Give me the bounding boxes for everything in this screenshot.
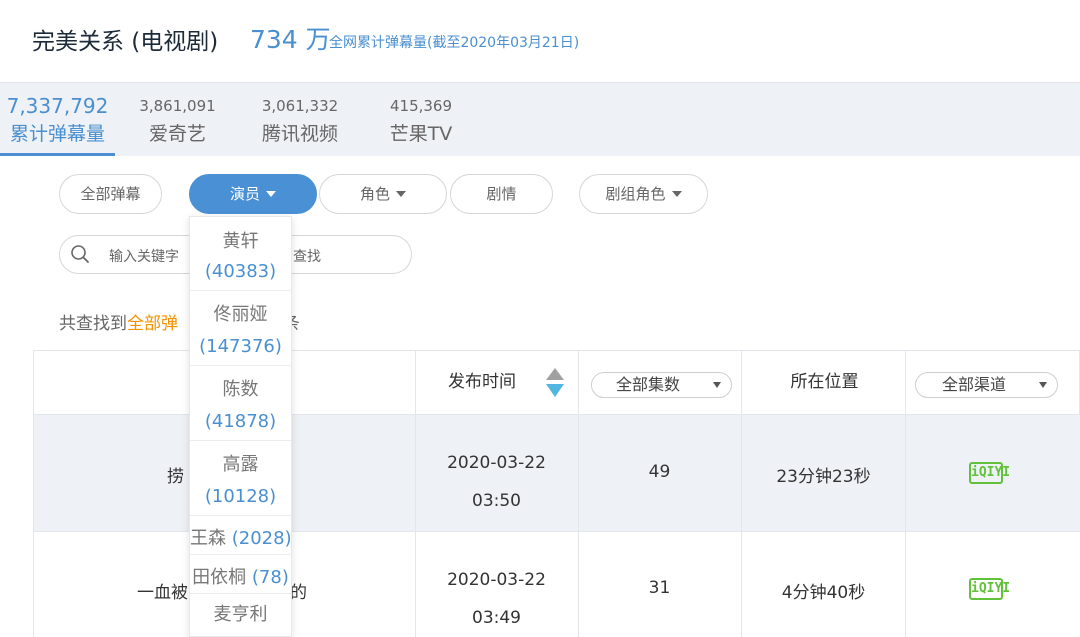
- row-datetime: 2020-03-22 03:50: [415, 444, 578, 520]
- channel-select[interactable]: 全部渠道: [915, 372, 1058, 398]
- actor-count: (41878): [204, 411, 277, 432]
- active-tab-underline: [0, 153, 115, 156]
- total-danmaku-caption: 全网累计弹幕量(截至2020年03月21日): [329, 35, 580, 51]
- filter-all-label: 全部弹幕: [80, 185, 141, 203]
- stat-tab-iqiyi[interactable]: 3,861,091 爱奇艺: [130, 83, 225, 157]
- dropdown-arrow-icon: [713, 382, 721, 388]
- column-divider: [741, 350, 742, 637]
- filter-plot-button[interactable]: 剧情: [450, 174, 553, 214]
- row-episode: 31: [648, 578, 671, 598]
- dropdown-item-actor[interactable]: 高露 (10128): [190, 442, 291, 516]
- actor-name: 王森: [190, 528, 226, 549]
- row-episode: 49: [648, 462, 671, 482]
- show-title: 完美关系 (电视剧): [32, 29, 219, 55]
- actor-count: (2028): [231, 528, 292, 549]
- stat-tab-tencent[interactable]: 3,061,332 腾讯视频: [250, 83, 350, 157]
- column-divider: [33, 350, 34, 637]
- filter-actor-button[interactable]: 演员: [189, 174, 317, 214]
- row-content-left: 捞: [167, 467, 184, 487]
- filter-actor-label: 演员: [229, 185, 260, 203]
- column-divider: [578, 350, 579, 637]
- actor-entry: 田依桐 (78): [192, 567, 289, 588]
- filter-crew-role-label: 剧组角色: [605, 185, 666, 203]
- total-danmaku-count: 734 万: [250, 25, 331, 54]
- caret-down-icon: [266, 191, 276, 197]
- sort-icon[interactable]: [544, 367, 566, 399]
- actor-name: 麦亨利: [213, 604, 268, 625]
- dropdown-item-actor[interactable]: 黄轩 (40383): [190, 217, 291, 291]
- actor-name: 陈数: [222, 379, 259, 400]
- stat-value: 3,061,332: [261, 97, 339, 115]
- stat-value: 415,369: [389, 97, 453, 115]
- stat-value: 7,337,792: [6, 94, 109, 118]
- dropdown-item-actor[interactable]: 田依桐 (78): [190, 556, 291, 594]
- dropdown-item-actor[interactable]: 王森 (2028): [190, 517, 291, 555]
- filter-plot-label: 剧情: [486, 185, 517, 203]
- row-content-left: 一血被: [137, 583, 188, 603]
- filter-crew-role-button[interactable]: 剧组角色: [579, 174, 708, 214]
- platform-stats-bar: 7,337,792 累计弹幕量 3,861,091 爱奇艺 3,061,332 …: [0, 82, 1080, 156]
- stat-label: 爱奇艺: [148, 123, 206, 145]
- column-divider: [905, 350, 906, 637]
- row-date: 2020-03-22: [447, 570, 546, 590]
- dropdown-arrow-icon: [1039, 382, 1047, 388]
- row-content-right: 的: [290, 583, 307, 603]
- stat-tab-mango[interactable]: 415,369 芒果TV: [380, 83, 462, 157]
- actor-name: 佟丽娅: [213, 304, 268, 325]
- episode-select-label: 全部集数: [616, 375, 681, 394]
- filter-all-button[interactable]: 全部弹幕: [59, 174, 162, 214]
- stat-label: 芒果TV: [389, 123, 453, 145]
- caret-down-icon: [671, 191, 682, 197]
- row-datetime: 2020-03-22 03:49: [415, 561, 578, 637]
- actor-count: (10128): [204, 486, 277, 507]
- header-position: 所在位置: [790, 372, 859, 392]
- header-time: 发布时间: [448, 372, 516, 392]
- row-time: 03:49: [472, 608, 521, 628]
- search-placeholder-left: 输入关键字: [109, 249, 179, 265]
- stat-tab-total[interactable]: 7,337,792 累计弹幕量: [0, 83, 115, 157]
- actor-count: (78): [251, 567, 289, 588]
- row-position: 4分钟40秒: [781, 583, 866, 603]
- actor-name: 田依桐: [192, 567, 247, 588]
- channel-select-label: 全部渠道: [942, 375, 1007, 394]
- filter-role-button[interactable]: 角色: [319, 174, 447, 214]
- actor-name: 高露: [222, 454, 259, 475]
- actor-count: (40383): [204, 261, 277, 282]
- stat-label: 腾讯视频: [261, 123, 338, 145]
- actor-entry: 王森 (2028): [190, 528, 292, 549]
- episode-select[interactable]: 全部集数: [591, 372, 732, 398]
- search-icon: [71, 245, 89, 263]
- stat-value: 3,861,091: [139, 97, 216, 115]
- stat-label: 累计弹幕量: [9, 123, 105, 145]
- row-time: 03:50: [472, 491, 521, 511]
- dropdown-item-actor[interactable]: 陈数 (41878): [190, 367, 291, 441]
- actor-name: 黄轩: [222, 231, 259, 252]
- dropdown-item-actor[interactable]: 麦亨利: [190, 595, 291, 636]
- row-date: 2020-03-22: [447, 453, 546, 473]
- iqiyi-logo-icon: iQIYI: [969, 578, 1010, 600]
- row-position: 23分钟23秒: [776, 467, 871, 487]
- actor-count: (147376): [199, 336, 282, 357]
- result-prefix: 共查找到: [59, 314, 127, 334]
- iqiyi-logo-icon: iQIYI: [969, 462, 1010, 484]
- actor-dropdown-menu: 黄轩 (40383) 佟丽娅 (147376) 陈数 (41878) 高露 (1…: [189, 216, 292, 637]
- result-filter-highlight: 全部弹: [127, 314, 178, 334]
- dropdown-item-actor[interactable]: 佟丽娅 (147376): [190, 292, 291, 366]
- column-divider: [415, 350, 416, 637]
- filter-role-label: 角色: [359, 185, 390, 203]
- caret-down-icon: [396, 191, 406, 197]
